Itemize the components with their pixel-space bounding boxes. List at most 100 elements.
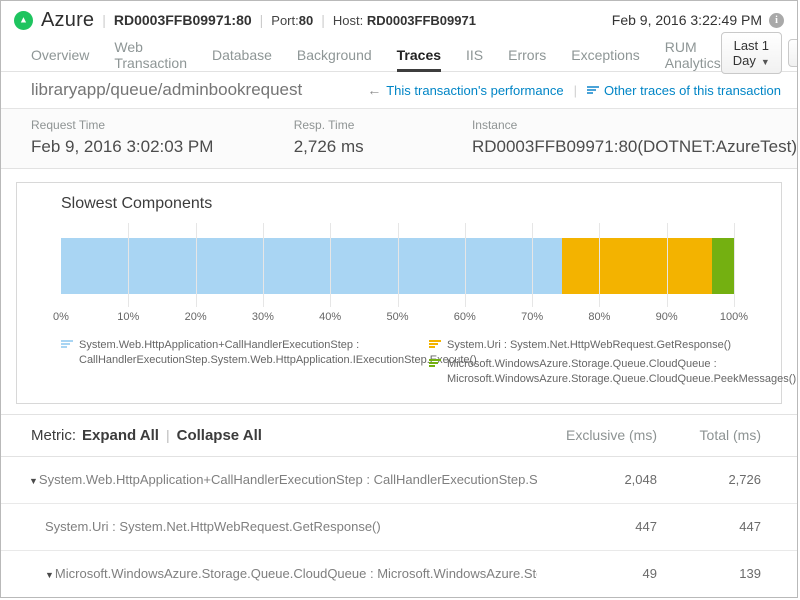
- exclusive-ms-value: 49: [537, 566, 657, 581]
- gridline: [128, 223, 129, 307]
- x-tick-label: 20%: [185, 311, 207, 323]
- chevron-down-icon: ▼: [761, 57, 770, 67]
- gridline: [398, 223, 399, 307]
- instance-label: Instance: [472, 118, 797, 132]
- metric-label: Metric:: [31, 427, 76, 444]
- chart-title: Slowest Components: [61, 195, 734, 213]
- gridline: [263, 223, 264, 307]
- tab-list: Overview Web Transaction Database Backgroun…: [31, 39, 721, 71]
- bar-segment-2[interactable]: [712, 238, 734, 294]
- legend-label: Microsoft.WindowsAzure.Storage.Queue.Clo…: [447, 357, 796, 387]
- transaction-header: libraryapp/queue/adminbookrequest ←This …: [1, 72, 797, 109]
- legend-bars-icon: [429, 357, 441, 387]
- x-tick-label: 70%: [521, 311, 543, 323]
- tab-rum-analytics[interactable]: RUM Analytics: [665, 39, 721, 72]
- total-ms-value: 2,726: [657, 472, 761, 487]
- gridline: [734, 223, 735, 307]
- exclusive-ms-value: 447: [537, 519, 657, 534]
- time-range-button[interactable]: Last 1 Day▼: [721, 32, 782, 74]
- separator: |: [102, 12, 106, 28]
- app-header: ▲ Azure | RD0003FFB09971:80 | Port:80 | …: [1, 1, 797, 39]
- collapse-triangle-icon[interactable]: ▼: [29, 476, 38, 486]
- app-window: ▲ Azure | RD0003FFB09971:80 | Port:80 | …: [0, 0, 798, 598]
- separator: |: [321, 12, 325, 28]
- other-traces-link[interactable]: Other traces of this transaction: [587, 83, 781, 98]
- metric-name: ▼Microsoft.WindowsAzure.Storage.Queue.Cl…: [45, 566, 537, 581]
- request-time-label: Request Time: [31, 118, 294, 132]
- table-row[interactable]: ▼Microsoft.WindowsAzure.Storage.Queue.Cl…: [1, 551, 797, 598]
- gridline: [532, 223, 533, 307]
- x-tick-label: 30%: [252, 311, 274, 323]
- collapse-triangle-icon[interactable]: ▼: [45, 570, 54, 580]
- request-time-value: Feb 9, 2016 3:02:03 PM: [31, 137, 294, 157]
- separator: |: [260, 12, 264, 28]
- total-ms-value: 139: [657, 566, 761, 581]
- tab-database[interactable]: Database: [212, 39, 272, 72]
- exclusive-ms-value: 2,048: [537, 472, 657, 487]
- tab-web-transaction[interactable]: Web Transaction: [114, 39, 187, 72]
- x-tick-label: 60%: [454, 311, 476, 323]
- legend-label: System.Uri : System.Net.HttpWebRequest.G…: [447, 338, 731, 353]
- gridline: [330, 223, 331, 307]
- stacked-bar-chart: [61, 223, 734, 307]
- tab-exceptions[interactable]: Exceptions: [571, 39, 639, 72]
- transaction-name: libraryapp/queue/adminbookrequest: [31, 80, 302, 100]
- bar-segment-0[interactable]: [61, 238, 562, 294]
- left-arrow-icon: ←: [367, 82, 381, 98]
- table-row[interactable]: ▼System.Web.HttpApplication+CallHandlerE…: [1, 457, 797, 504]
- tab-traces[interactable]: Traces: [397, 39, 441, 72]
- x-tick-label: 10%: [117, 311, 139, 323]
- trace-list-icon: [587, 86, 599, 95]
- x-tick-label: 90%: [656, 311, 678, 323]
- metric-table-body: ▼System.Web.HttpApplication+CallHandlerE…: [1, 457, 797, 598]
- trace-summary: Request Time Feb 9, 2016 3:02:03 PM Resp…: [1, 109, 797, 169]
- tab-iis[interactable]: IIS: [466, 39, 483, 72]
- x-tick-label: 80%: [588, 311, 610, 323]
- slowest-components-card: Slowest Components 0% 10% 20% 30% 40% 50% 60% 7…: [16, 182, 782, 404]
- host-info: Host: RD0003FFB09971: [333, 13, 476, 28]
- tab-errors[interactable]: Errors: [508, 39, 546, 72]
- gridline: [599, 223, 600, 307]
- chart-legend: System.Web.HttpApplication+CallHandlerEx…: [61, 338, 734, 391]
- x-tick-label: 100%: [720, 311, 748, 323]
- x-axis: 0%10%20%30%40%50%60%70%80%90%100%: [61, 311, 734, 326]
- gridline: [465, 223, 466, 307]
- x-tick-label: 40%: [319, 311, 341, 323]
- tab-overview[interactable]: Overview: [31, 39, 89, 72]
- instance-value: RD0003FFB09971:80(DOTNET:AzureTest): [472, 137, 797, 157]
- expand-all-link[interactable]: Expand All: [82, 427, 159, 444]
- resp-time-value: 2,726 ms: [294, 137, 472, 157]
- transaction-performance-link[interactable]: ←This transaction's performance: [367, 82, 563, 98]
- total-column-header: Total (ms): [657, 427, 761, 443]
- legend-label: System.Web.HttpApplication+CallHandlerEx…: [79, 338, 477, 368]
- x-tick-label: 0%: [53, 311, 69, 323]
- total-ms-value: 447: [657, 519, 761, 534]
- x-tick-label: 50%: [386, 311, 408, 323]
- bar-segment-1[interactable]: [562, 238, 712, 294]
- resp-time-label: Resp. Time: [294, 118, 472, 132]
- legend-item-0: System.Web.HttpApplication+CallHandlerEx…: [61, 338, 429, 368]
- metric-name: System.Uri : System.Net.HttpWebRequest.G…: [45, 519, 537, 534]
- legend-item-1: System.Uri : System.Net.HttpWebRequest.G…: [429, 338, 796, 353]
- separator: |: [574, 83, 577, 98]
- table-row[interactable]: System.Uri : System.Net.HttpWebRequest.G…: [1, 504, 797, 551]
- app-title: Azure: [41, 9, 94, 32]
- separator: |: [166, 427, 170, 443]
- exclusive-column-header: Exclusive (ms): [537, 427, 657, 443]
- info-icon[interactable]: i: [769, 13, 784, 28]
- port-info: Port:80: [271, 13, 313, 28]
- new-relic-deploy-icon: ▲: [14, 11, 33, 30]
- current-timestamp: Feb 9, 2016 3:22:49 PM: [612, 12, 762, 28]
- collapse-all-link[interactable]: Collapse All: [177, 427, 262, 444]
- metric-name: ▼System.Web.HttpApplication+CallHandlerE…: [29, 472, 537, 487]
- menu-button[interactable]: ≡: [788, 39, 798, 67]
- metric-table-header: Metric: Expand All | Collapse All Exclus…: [1, 414, 797, 457]
- gridline: [196, 223, 197, 307]
- legend-bars-icon: [429, 338, 441, 353]
- gridline: [667, 223, 668, 307]
- legend-bars-icon: [61, 338, 73, 368]
- nav-bar: Overview Web Transaction Database Backgroun…: [1, 39, 797, 72]
- legend-item-2: Microsoft.WindowsAzure.Storage.Queue.Clo…: [429, 357, 796, 387]
- instance-name: RD0003FFB09971:80: [114, 12, 252, 28]
- tab-background[interactable]: Background: [297, 39, 372, 72]
